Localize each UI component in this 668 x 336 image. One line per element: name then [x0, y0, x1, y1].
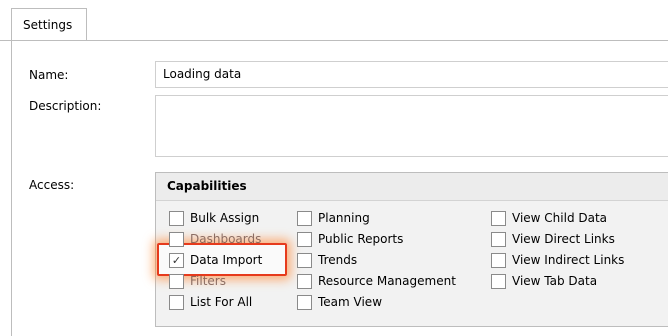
checkbox-dashboards[interactable]: Dashboards [169, 229, 261, 249]
checkbox-label: View Tab Data [512, 274, 598, 288]
checkbox-label: Filters [190, 274, 226, 288]
checkbox-label: Bulk Assign [190, 211, 260, 225]
checkbox-box[interactable] [297, 210, 312, 226]
checkbox-box[interactable] [169, 273, 184, 289]
checkbox-label: View Direct Links [512, 232, 615, 246]
check-icon: ✓ [171, 253, 182, 267]
capabilities-title: Capabilities [156, 173, 668, 201]
checkbox-label: Resource Management [318, 274, 456, 288]
checkbox-view-child-data[interactable]: View Child Data [491, 208, 607, 228]
checkbox-box[interactable] [297, 231, 312, 247]
checkbox-label: Public Reports [318, 232, 404, 246]
checkbox-bulk-assign[interactable]: Bulk Assign [169, 208, 259, 228]
checkbox-label: Planning [318, 211, 370, 225]
checkbox-label: View Indirect Links [512, 253, 625, 267]
checkbox-box[interactable] [169, 294, 184, 310]
checkbox-trends[interactable]: Trends [297, 250, 357, 270]
checkbox-label: List For All [190, 295, 253, 309]
checkbox-team-view[interactable]: Team View [297, 292, 382, 312]
checkbox-box[interactable] [297, 273, 312, 289]
checkbox-box[interactable] [297, 252, 312, 268]
tab-strip: Settings [0, 8, 668, 41]
checkbox-planning[interactable]: Planning [297, 208, 370, 228]
checkbox-box[interactable] [491, 252, 506, 268]
checkbox-data-import[interactable]: ✓ Data Import [169, 250, 262, 270]
checkbox-box-checked[interactable]: ✓ [169, 252, 184, 268]
checkbox-view-direct-links[interactable]: View Direct Links [491, 229, 615, 249]
name-input-value: Loading data [163, 67, 242, 81]
checkbox-public-reports[interactable]: Public Reports [297, 229, 403, 249]
checkbox-box[interactable] [491, 210, 506, 226]
checkbox-box[interactable] [491, 273, 506, 289]
checkbox-box[interactable] [297, 294, 312, 310]
checkbox-resource-management[interactable]: Resource Management [297, 271, 456, 291]
checkbox-label: Trends [318, 253, 358, 267]
name-label: Name: [29, 68, 69, 82]
checkbox-view-indirect-links[interactable]: View Indirect Links [491, 250, 624, 270]
checkbox-label: View Child Data [512, 211, 608, 225]
checkbox-filters[interactable]: Filters [169, 271, 226, 291]
checkbox-box[interactable] [491, 231, 506, 247]
checkbox-list-for-all[interactable]: List For All [169, 292, 252, 312]
tab-settings[interactable]: Settings [11, 8, 87, 41]
checkbox-view-tab-data[interactable]: View Tab Data [491, 271, 597, 291]
description-label: Description: [29, 99, 102, 113]
tab-settings-label: Settings [23, 18, 73, 32]
name-input[interactable]: Loading data [155, 61, 668, 88]
checkbox-label: Data Import [190, 253, 263, 267]
description-textarea[interactable] [155, 95, 668, 157]
access-label: Access: [29, 178, 75, 192]
checkbox-label: Dashboards [190, 232, 262, 246]
checkbox-label: Team View [318, 295, 383, 309]
checkbox-box[interactable] [169, 210, 184, 226]
checkbox-box[interactable] [169, 231, 184, 247]
